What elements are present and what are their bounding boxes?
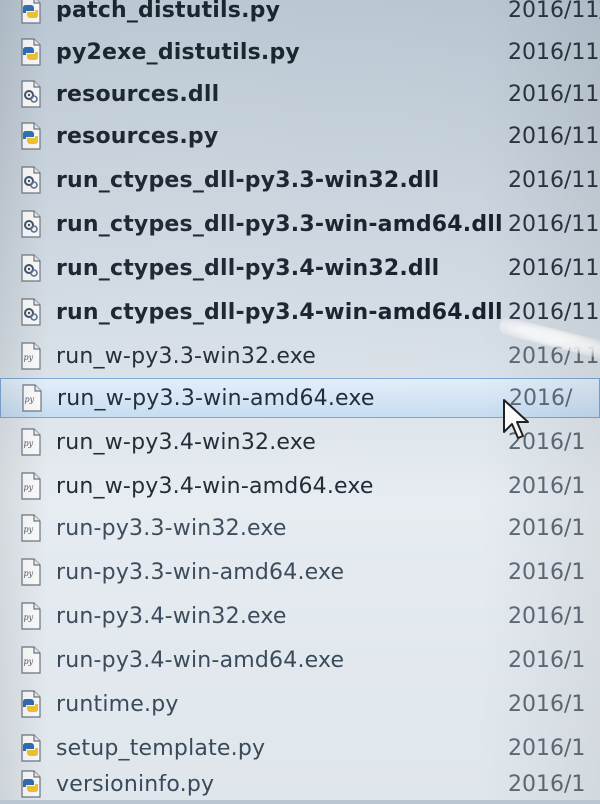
- file-name: run_w-py3.3-win-amd64.exe: [57, 385, 375, 411]
- file-date: 2016/: [509, 385, 573, 411]
- file-name: run-py3.4-win32.exe: [56, 603, 287, 629]
- file-row[interactable]: resources.py 2016/11: [0, 116, 600, 156]
- file-row[interactable]: runtime.py 2016/1: [0, 684, 600, 724]
- svg-text:py: py: [24, 353, 34, 362]
- file-row[interactable]: run_ctypes_dll-py3.3-win32.dll 2016/11: [0, 160, 600, 200]
- exe-file-icon: py: [18, 601, 44, 631]
- svg-text:py: py: [25, 395, 35, 404]
- file-name: run_w-py3.3-win32.exe: [56, 343, 317, 369]
- exe-file-icon: py: [19, 383, 45, 413]
- file-row[interactable]: versioninfo.py 2016/1: [0, 764, 600, 804]
- file-date: 2016/11: [508, 167, 600, 193]
- python-file-icon: [18, 689, 44, 719]
- file-date: 2016/1: [508, 603, 586, 629]
- dll-file-icon: [18, 79, 44, 109]
- file-date: 2016/11: [508, 211, 600, 237]
- file-name: run_ctypes_dll-py3.3-win32.dll: [56, 167, 440, 193]
- file-name: run_ctypes_dll-py3.4-win32.dll: [56, 255, 440, 281]
- python-file-icon: [18, 733, 44, 763]
- file-date: 2016/11: [508, 255, 600, 281]
- file-row[interactable]: setup_template.py 2016/1: [0, 728, 600, 768]
- svg-text:py: py: [24, 613, 34, 622]
- file-date: 2016/11: [508, 299, 600, 325]
- python-file-icon: [18, 37, 44, 67]
- file-name: run-py3.3-win32.exe: [56, 515, 287, 541]
- file-date: 2016/1: [508, 691, 586, 717]
- exe-file-icon: py: [18, 513, 44, 543]
- file-name: run-py3.4-win-amd64.exe: [56, 647, 345, 673]
- file-name: runtime.py: [56, 691, 179, 717]
- file-name: run_w-py3.4-win32.exe: [56, 429, 317, 455]
- file-date: 2016/11,: [508, 39, 600, 65]
- file-name: resources.dll: [56, 81, 220, 107]
- file-date: 2016/1: [508, 647, 586, 673]
- file-date: 2016/1: [508, 473, 586, 499]
- file-row[interactable]: py run-py3.3-win32.exe 2016/1: [0, 508, 600, 548]
- file-row[interactable]: py run_w-py3.4-win32.exe 2016/1: [0, 422, 600, 462]
- dll-file-icon: [18, 165, 44, 195]
- file-date: 2016/1: [508, 429, 586, 455]
- svg-text:py: py: [24, 569, 34, 578]
- file-name: run_w-py3.4-win-amd64.exe: [56, 473, 374, 499]
- file-name: run_ctypes_dll-py3.3-win-amd64.dll: [56, 211, 503, 237]
- file-date: 2016/11: [508, 343, 600, 369]
- python-file-icon: [18, 0, 44, 25]
- file-row[interactable]: py run-py3.4-win-amd64.exe 2016/1: [0, 640, 600, 680]
- exe-file-icon: py: [18, 427, 44, 457]
- file-row[interactable]: run_ctypes_dll-py3.3-win-amd64.dll 2016/…: [0, 204, 600, 244]
- exe-file-icon: py: [18, 471, 44, 501]
- file-row[interactable]: py run_w-py3.4-win-amd64.exe 2016/1: [0, 466, 600, 506]
- file-row-selected[interactable]: py run_w-py3.3-win-amd64.exe 2016/: [0, 378, 600, 418]
- python-file-icon: [18, 769, 44, 799]
- file-name: versioninfo.py: [56, 771, 215, 797]
- file-date: 2016/11: [508, 123, 600, 149]
- dll-file-icon: [18, 209, 44, 239]
- svg-text:py: py: [24, 657, 34, 666]
- python-file-icon: [18, 121, 44, 151]
- file-row[interactable]: py run-py3.4-win32.exe 2016/1: [0, 596, 600, 636]
- dll-file-icon: [18, 253, 44, 283]
- file-date: 2016/1: [508, 735, 586, 761]
- file-name: setup_template.py: [56, 735, 266, 761]
- dll-file-icon: [18, 297, 44, 327]
- file-row[interactable]: py run-py3.3-win-amd64.exe 2016/1: [0, 552, 600, 592]
- file-date: 2016/1: [508, 559, 586, 585]
- file-date: 2016/1: [508, 515, 586, 541]
- file-list: patch_distutils.py 2016/11/ py2exe_distu…: [0, 0, 600, 800]
- file-row[interactable]: run_ctypes_dll-py3.4-win32.dll 2016/11: [0, 248, 600, 288]
- file-row[interactable]: resources.dll 2016/11: [0, 74, 600, 114]
- file-date: 2016/11/: [508, 0, 600, 23]
- exe-file-icon: py: [18, 557, 44, 587]
- file-row[interactable]: patch_distutils.py 2016/11/: [0, 0, 600, 30]
- svg-text:py: py: [24, 525, 34, 534]
- file-date: 2016/1: [508, 771, 586, 797]
- svg-text:py: py: [24, 439, 34, 448]
- file-name: run-py3.3-win-amd64.exe: [56, 559, 345, 585]
- exe-file-icon: py: [18, 645, 44, 675]
- file-name: resources.py: [56, 123, 219, 149]
- exe-file-icon: py: [18, 341, 44, 371]
- file-name: py2exe_distutils.py: [56, 39, 300, 65]
- file-row[interactable]: py run_w-py3.3-win32.exe 2016/11: [0, 336, 600, 376]
- file-row[interactable]: py2exe_distutils.py 2016/11,: [0, 32, 600, 72]
- file-name: patch_distutils.py: [56, 0, 281, 23]
- svg-text:py: py: [24, 483, 34, 492]
- file-date: 2016/11: [508, 81, 600, 107]
- file-row[interactable]: run_ctypes_dll-py3.4-win-amd64.dll 2016/…: [0, 292, 600, 332]
- file-name: run_ctypes_dll-py3.4-win-amd64.dll: [56, 299, 503, 325]
